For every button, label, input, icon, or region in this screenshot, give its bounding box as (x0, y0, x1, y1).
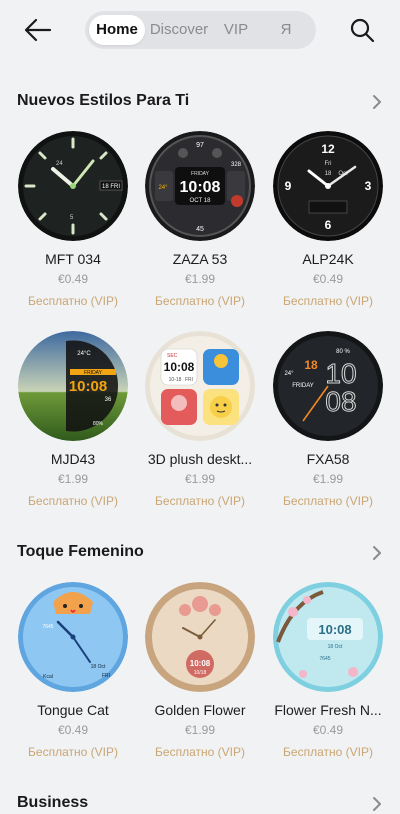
watchface-preview: SEC 10:08 10-18 FRI (145, 331, 255, 441)
watchface-preview: 18 FRI 24 5 (18, 131, 128, 241)
svg-text:SEC: SEC (167, 353, 178, 359)
watchface-card-tongue-cat[interactable]: 7645 18 Oct FRI Kcal Tongue Cat €0.49 Бе… (13, 582, 133, 760)
top-bar: Home Discover VIP Я (0, 0, 400, 62)
svg-text:9: 9 (285, 179, 292, 193)
watchface-vip-label: Бесплатно (VIP) (28, 294, 118, 308)
svg-text:FRIDAY: FRIDAY (84, 370, 103, 376)
svg-text:6: 6 (325, 218, 332, 232)
svg-text:24°C: 24°C (77, 351, 91, 357)
watchface-price: €0.49 (312, 723, 344, 737)
chevron-right-icon[interactable] (370, 94, 384, 110)
watchface-card-zaza53[interactable]: FRIDAY 10:08 OCT 18 97 45 24° 328 ZAZA 5… (140, 131, 260, 309)
face-date: 18 FRI (102, 184, 120, 190)
svg-text:18: 18 (304, 358, 318, 372)
watchface-name: Tongue Cat (37, 702, 109, 718)
section-title-new-styles: Nuevos Estilos Para Ti (17, 92, 190, 109)
watchface-card-fxa58[interactable]: 10 08 FRIDAY 18 80 % 24° FXA58 €1.99 Бес… (268, 331, 388, 509)
watchface-preview: 10 08 FRIDAY 18 80 % 24° (273, 331, 383, 441)
watchface-preview: 10:08 18 Oct 7645 (273, 582, 383, 692)
watchface-vip-label: Бесплатно (VIP) (155, 494, 245, 508)
watchface-name: Flower Fresh N... (274, 702, 382, 718)
watchface-vip-label: Бесплатно (VIP) (28, 494, 118, 508)
svg-text:12: 12 (321, 142, 335, 156)
svg-text:FRI: FRI (102, 673, 110, 679)
svg-text:36: 36 (105, 397, 112, 403)
tab-profile[interactable]: Я (269, 15, 303, 45)
svg-text:10:08: 10:08 (318, 622, 351, 637)
watchface-price: €1.99 (184, 472, 216, 486)
watchface-name: ALP24K (302, 251, 354, 267)
svg-text:18: 18 (325, 171, 332, 177)
tab-vip[interactable]: VIP (215, 15, 257, 45)
watchface-card-golden-flower[interactable]: 10:08 10/18 Golden Flower €1.99 Бесплатн… (140, 582, 260, 760)
watchface-card-mft034[interactable]: 18 FRI 24 5 MFT 034 €0.49 Бесплатно (VIP… (13, 131, 133, 309)
watchface-vip-label: Бесплатно (VIP) (283, 494, 373, 508)
svg-text:10-18: 10-18 (169, 377, 182, 383)
watchface-price: €1.99 (184, 723, 216, 737)
watchface-preview: FRIDAY 10:08 OCT 18 97 45 24° 328 (145, 131, 255, 241)
svg-text:18 Oct: 18 Oct (328, 644, 343, 650)
tab-bar: Home Discover VIP Я (85, 11, 316, 49)
svg-text:10/18: 10/18 (194, 670, 207, 676)
svg-text:10:08: 10:08 (190, 659, 211, 668)
svg-text:10: 10 (325, 358, 356, 389)
svg-text:Fri: Fri (325, 161, 332, 167)
svg-text:7645: 7645 (319, 656, 330, 662)
watchface-name: ZAZA 53 (172, 251, 228, 267)
watchface-price: €0.49 (57, 272, 89, 286)
watchface-vip-label: Бесплатно (VIP) (155, 294, 245, 308)
svg-text:FRIDAY: FRIDAY (292, 383, 314, 389)
watchface-vip-label: Бесплатно (VIP) (155, 745, 245, 759)
section-title-business: Business (17, 794, 89, 811)
watchface-price: €1.99 (312, 472, 344, 486)
watchface-name: MFT 034 (45, 251, 101, 267)
watchface-vip-label: Бесплатно (VIP) (283, 745, 373, 759)
watchface-card-mjd43[interactable]: FRIDAY 10:08 36 24°C 80% MJD43 €1.99 Бес… (13, 331, 133, 509)
svg-text:Kcal: Kcal (43, 674, 53, 680)
tab-discover[interactable]: Discover (147, 15, 211, 45)
watchface-name: MJD43 (50, 451, 96, 467)
chevron-right-icon[interactable] (370, 796, 384, 812)
watchface-card-alp24k[interactable]: 126 93 Fri 18 Oct ALP24K €0.49 Бесплатно… (268, 131, 388, 309)
watchface-price: €1.99 (57, 472, 89, 486)
svg-text:80%: 80% (93, 421, 104, 427)
watchface-preview: 126 93 Fri 18 Oct (273, 131, 383, 241)
svg-text:FRIDAY: FRIDAY (191, 171, 210, 177)
section-title-toque-femenino: Toque Femenino (17, 543, 144, 560)
svg-text:97: 97 (196, 142, 204, 149)
svg-text:18 Oct: 18 Oct (91, 664, 106, 670)
svg-text:10:08: 10:08 (164, 360, 195, 374)
watchface-name: 3D plush deskt... (147, 451, 253, 467)
svg-text:10:08: 10:08 (180, 179, 221, 196)
arrow-left-icon[interactable] (24, 17, 52, 43)
svg-text:FRI: FRI (185, 377, 193, 383)
watchface-preview: FRIDAY 10:08 36 24°C 80% (18, 331, 128, 441)
svg-text:24°: 24° (158, 185, 168, 191)
watchface-preview: 7645 18 Oct FRI Kcal (18, 582, 128, 692)
watchface-vip-label: Бесплатно (VIP) (28, 745, 118, 759)
svg-text:45: 45 (196, 226, 204, 233)
svg-text:7645: 7645 (42, 624, 53, 630)
svg-text:3: 3 (365, 179, 372, 193)
chevron-right-icon[interactable] (370, 545, 384, 561)
watchface-vip-label: Бесплатно (VIP) (283, 294, 373, 308)
svg-text:24°: 24° (284, 371, 294, 377)
watchface-card-3d-plush[interactable]: SEC 10:08 10-18 FRI 3D plush deskt... €1… (140, 331, 260, 509)
watchface-name: Golden Flower (154, 702, 246, 718)
watchface-price: €1.99 (184, 272, 216, 286)
svg-text:24: 24 (56, 161, 63, 167)
svg-text:OCT 18: OCT 18 (190, 198, 212, 204)
watchface-name: FXA58 (306, 451, 350, 467)
svg-text:328: 328 (231, 162, 242, 168)
watchface-preview: 10:08 10/18 (145, 582, 255, 692)
watchface-card-flower-fresh[interactable]: 10:08 18 Oct 7645 Flower Fresh N... €0.4… (268, 582, 388, 760)
svg-text:08: 08 (325, 386, 356, 417)
watchface-price: €0.49 (57, 723, 89, 737)
watchface-price: €0.49 (312, 272, 344, 286)
tab-home[interactable]: Home (89, 15, 145, 45)
svg-text:80 %: 80 % (336, 349, 350, 355)
svg-text:10:08: 10:08 (69, 378, 107, 395)
search-icon[interactable] (349, 17, 375, 43)
